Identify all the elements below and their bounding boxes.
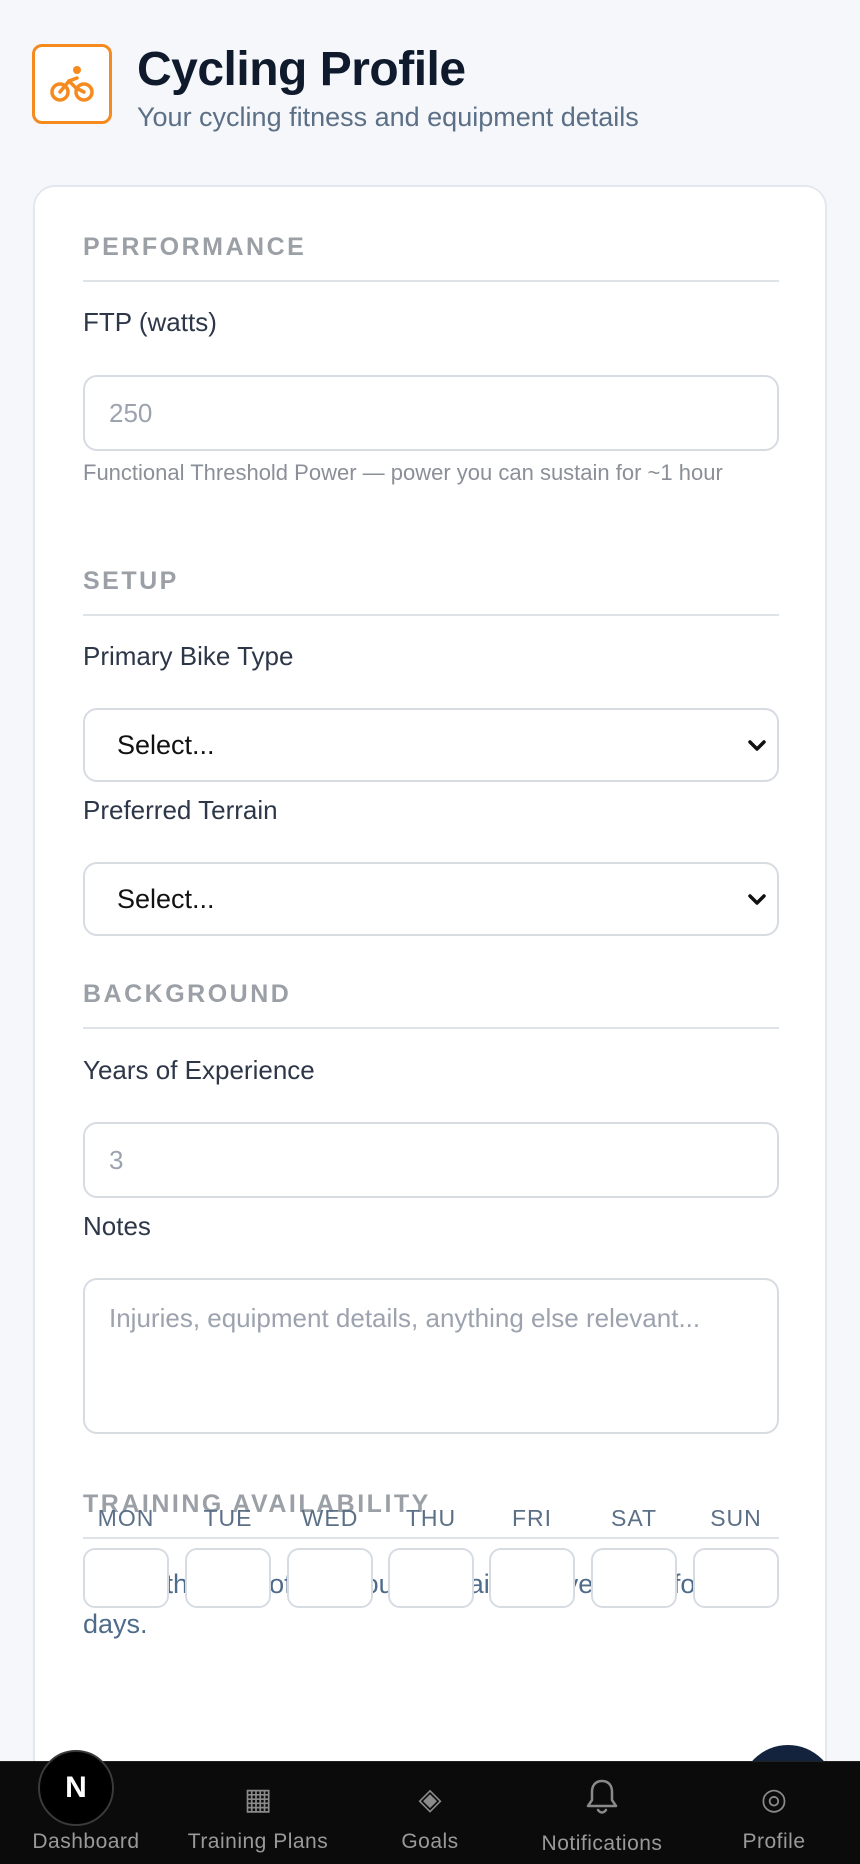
app-badge: N <box>38 1750 114 1826</box>
nav-item-notifications[interactable]: Notifications <box>516 1762 688 1864</box>
chevron-down-icon <box>748 740 766 751</box>
ftp-input[interactable] <box>83 375 779 451</box>
day-slot-thu[interactable] <box>388 1548 474 1608</box>
bell-icon <box>585 1778 619 1824</box>
nav-item-goals[interactable]: ◈ Goals <box>344 1762 516 1864</box>
bike-type-label: Primary Bike Type <box>83 641 294 671</box>
section-title-setup: SETUP <box>83 567 779 616</box>
day-slot-sun[interactable] <box>693 1548 779 1608</box>
years-input[interactable] <box>83 1122 779 1198</box>
nav-item-dashboard[interactable]: N Dashboard <box>0 1750 172 1864</box>
profile-icon: ◎ <box>760 1783 788 1816</box>
day-slot-mon[interactable] <box>83 1548 169 1608</box>
day-slot-tue[interactable] <box>185 1548 271 1608</box>
day-slot-wed[interactable] <box>287 1548 373 1608</box>
nav-item-training-plans[interactable]: ▦ Training Plans <box>172 1762 344 1864</box>
day-label-thu: THU <box>405 1505 457 1531</box>
day-label-fri: FRI <box>511 1505 553 1531</box>
day-label-mon: MON <box>97 1505 155 1531</box>
bicycle-icon <box>32 44 112 124</box>
ftp-hint: Functional Threshold Power — power you c… <box>83 460 723 485</box>
bottom-nav: N Dashboard ▦ Training Plans ◈ Goals Not… <box>0 1750 860 1864</box>
nav-label-goals: Goals <box>401 1830 459 1853</box>
terrain-select[interactable]: Select... <box>83 862 779 936</box>
day-slot-fri[interactable] <box>489 1548 575 1608</box>
nav-item-profile[interactable]: ◎ Profile <box>688 1762 860 1864</box>
bike-type-value: Select... <box>117 729 215 760</box>
day-label-tue: TUE <box>203 1505 253 1531</box>
notes-textarea[interactable] <box>83 1278 779 1434</box>
years-label: Years of Experience <box>83 1055 315 1085</box>
profile-form-card: PERFORMANCE FTP (watts) Functional Thres… <box>33 185 827 1864</box>
ftp-label: FTP (watts) <box>83 307 217 337</box>
terrain-label: Preferred Terrain <box>83 795 278 825</box>
day-label-wed: WED <box>301 1505 359 1531</box>
day-selector: MON TUE WED THU FRI SAT SUN <box>48 1505 779 1608</box>
nav-label-profile: Profile <box>742 1830 806 1853</box>
day-slot-sat[interactable] <box>591 1548 677 1608</box>
diamond-icon: ◈ <box>418 1783 442 1816</box>
bike-type-select[interactable]: Select... <box>83 708 779 782</box>
nav-label-dashboard: Dashboard <box>32 1830 140 1853</box>
section-title-performance: PERFORMANCE <box>83 233 779 282</box>
nav-label-notifications: Notifications <box>541 1832 663 1855</box>
page-subtitle: Your cycling fitness and equipment detai… <box>137 102 639 132</box>
day-label-sat: SAT <box>610 1505 658 1531</box>
page-header: Cycling Profile Your cycling fitness and… <box>32 42 832 142</box>
section-title-background: BACKGROUND <box>83 980 779 1029</box>
page-title: Cycling Profile <box>137 43 466 96</box>
terrain-value: Select... <box>117 883 215 914</box>
notes-label: Notes <box>83 1211 151 1241</box>
day-label-sun: SUN <box>710 1505 762 1531</box>
grid-icon: ▦ <box>243 1783 273 1816</box>
chevron-down-icon <box>748 894 766 905</box>
nav-label-training-plans: Training Plans <box>187 1830 329 1853</box>
